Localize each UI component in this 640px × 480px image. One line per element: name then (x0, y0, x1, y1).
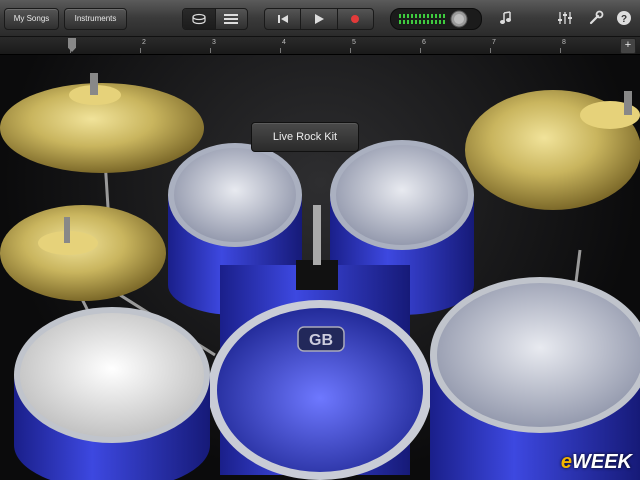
my-songs-button[interactable]: My Songs (4, 8, 59, 30)
ruler-tick (350, 48, 351, 53)
help-icon[interactable]: ? (614, 9, 634, 27)
hi-hat-cymbal[interactable] (0, 205, 166, 301)
ruler-bar-label: 4 (282, 39, 286, 46)
mixer-icon[interactable] (555, 9, 575, 27)
play-icon[interactable] (301, 9, 338, 29)
input-level-meter[interactable] (390, 8, 482, 30)
ruler-tick (280, 48, 281, 53)
instruments-button[interactable]: Instruments (64, 8, 127, 30)
ride-cymbal-right[interactable] (465, 90, 640, 210)
drum-view-icon[interactable] (183, 9, 216, 29)
rewind-icon[interactable] (265, 9, 302, 29)
crash-cymbal-left[interactable] (0, 73, 204, 173)
ruler-tick (560, 48, 561, 53)
ruler-tick (420, 48, 421, 53)
ruler-bar-label: 6 (422, 39, 426, 46)
ruler-bar-label: 2 (142, 39, 146, 46)
ruler-tick (210, 48, 211, 53)
timeline-ruler[interactable]: 12345678 + (0, 37, 640, 55)
ruler-bar-label: 5 (352, 39, 356, 46)
ruler-tick (140, 48, 141, 53)
ruler-tick (490, 48, 491, 53)
transport-controls (264, 8, 374, 30)
wrench-icon[interactable] (586, 9, 606, 27)
toolbar: My Songs Instruments ? (0, 0, 640, 37)
track-view-icon[interactable] (216, 9, 248, 29)
ruler-bar-label: 7 (492, 39, 496, 46)
add-section-button[interactable]: + (620, 38, 636, 54)
svg-text:?: ? (621, 14, 627, 25)
kit-name-button[interactable]: Live Rock Kit (251, 122, 359, 152)
bass-drum-logo: GB (309, 332, 333, 349)
metronome-icon[interactable] (497, 9, 517, 27)
eweek-watermark: eWEEK (560, 451, 632, 473)
ruler-bar-label: 8 (562, 39, 566, 46)
drum-kit-stage: GB Live Rock Kit eWEEK (0, 55, 640, 480)
view-toggle (182, 8, 248, 30)
ruler-bar-label: 3 (212, 39, 216, 46)
record-icon[interactable] (338, 9, 373, 29)
snare-drum[interactable] (14, 307, 210, 480)
floor-tom[interactable] (430, 277, 640, 480)
